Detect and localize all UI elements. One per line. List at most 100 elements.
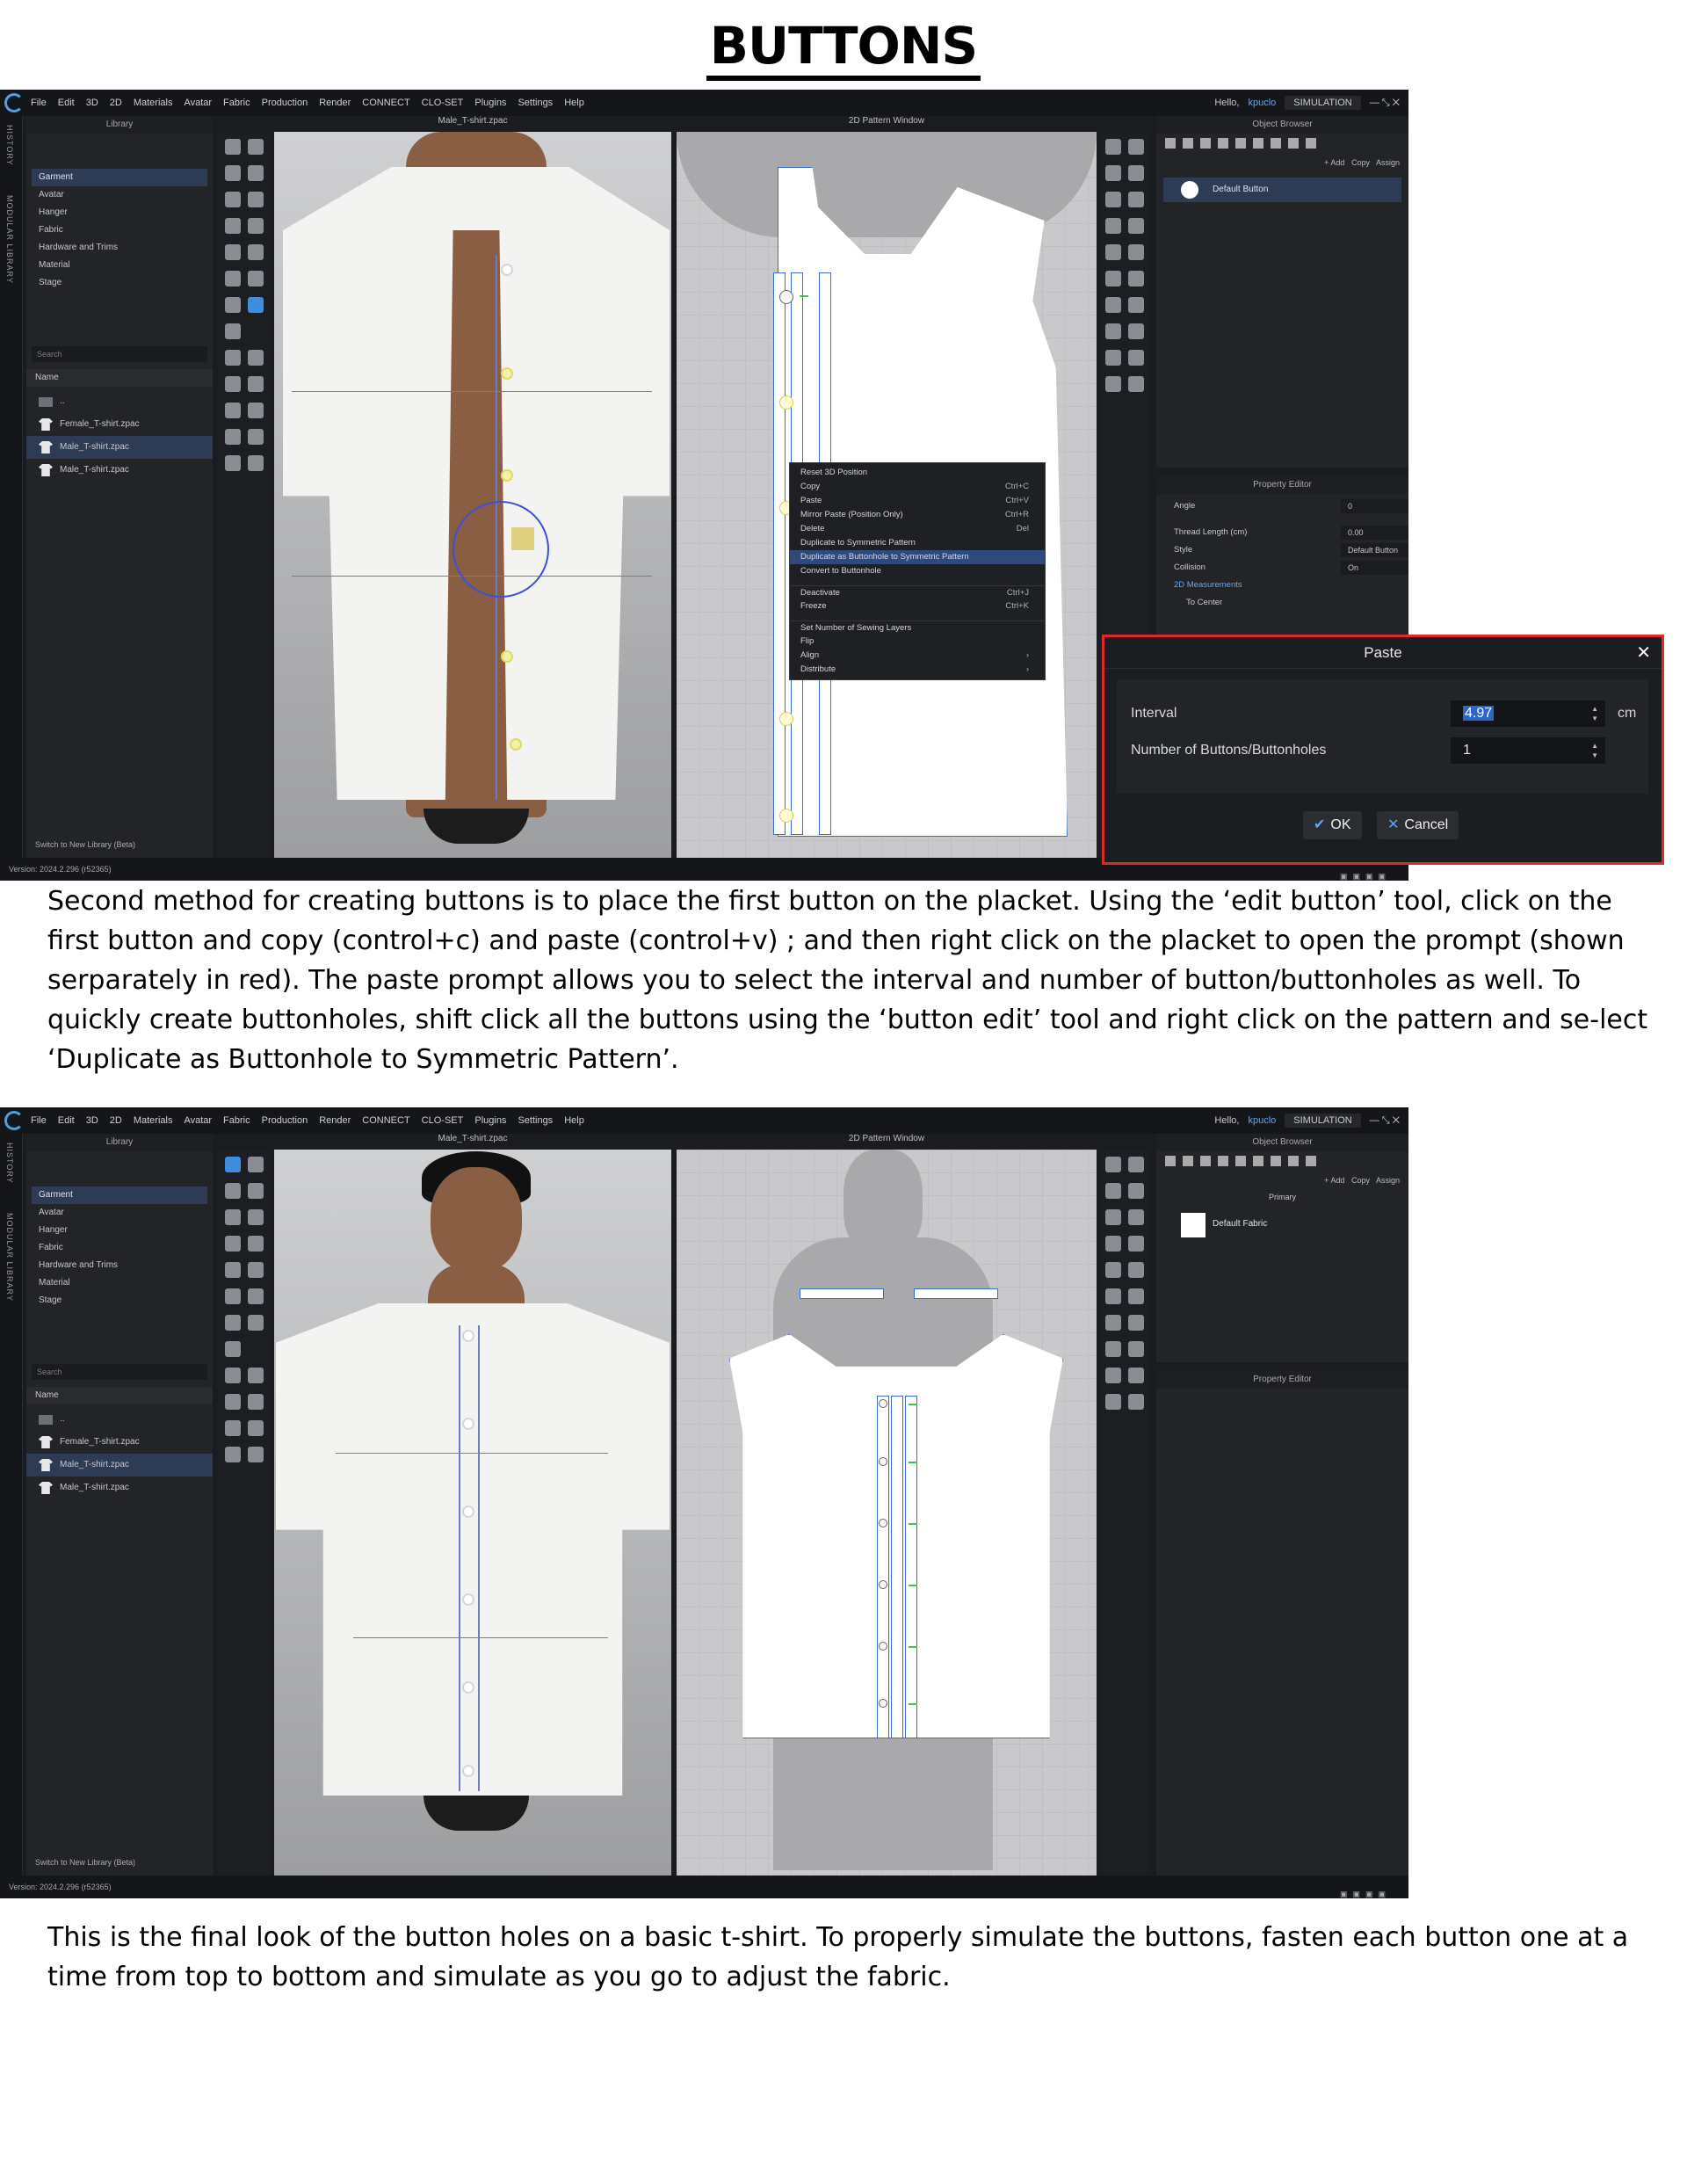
tool-icon[interactable]: [248, 1236, 264, 1252]
tool-icon[interactable]: [248, 192, 264, 207]
tree-avatar[interactable]: Avatar: [32, 1204, 207, 1222]
tool-icon[interactable]: [248, 1157, 264, 1172]
tool-icon[interactable]: [248, 1368, 264, 1383]
menu-help[interactable]: Help: [564, 98, 584, 108]
button-3d[interactable]: [462, 1593, 474, 1606]
obj-tab-icon[interactable]: [1306, 1156, 1316, 1166]
library-search-input[interactable]: Search: [32, 1364, 207, 1380]
username-link[interactable]: kpuclo: [1248, 98, 1276, 108]
list-item[interactable]: Male_T-shirt.zpac: [26, 1477, 213, 1499]
tool-icon[interactable]: [1128, 165, 1144, 181]
tree-stage[interactable]: Stage: [32, 1292, 207, 1310]
placket-strip[interactable]: [877, 1396, 889, 1738]
copy-button[interactable]: Copy: [1351, 158, 1370, 167]
button-2d[interactable]: [879, 1399, 887, 1408]
prop-thread-input[interactable]: 0.00: [1341, 526, 1408, 540]
tool-icon[interactable]: [225, 1209, 241, 1225]
tool-icon[interactable]: [1128, 1262, 1144, 1278]
tool-icon[interactable]: [1128, 376, 1144, 392]
tool-icon[interactable]: [1105, 165, 1121, 181]
context-item-duplicate-buttonhole[interactable]: Duplicate as Buttonhole to Symmetric Pat…: [790, 550, 1045, 564]
shirt-3d[interactable]: [276, 1303, 670, 1796]
tree-material[interactable]: Material: [32, 1274, 207, 1292]
tool-icon[interactable]: [1105, 1315, 1121, 1331]
placket-strip[interactable]: [905, 1396, 917, 1738]
collar-piece[interactable]: [914, 1288, 998, 1299]
to-center-item[interactable]: To Center: [1156, 594, 1408, 612]
collar-piece[interactable]: [800, 1288, 884, 1299]
tool-icon[interactable]: [225, 1394, 241, 1410]
menu-render[interactable]: Render: [319, 98, 351, 108]
context-item[interactable]: Deactivate Ctrl+J: [790, 585, 1045, 599]
obj-tab-icon[interactable]: [1288, 1156, 1299, 1166]
number-input[interactable]: 1 ▲ ▼: [1451, 737, 1605, 764]
tool-icon[interactable]: [1105, 139, 1121, 155]
tool-icon[interactable]: [1128, 1236, 1144, 1252]
list-item[interactable]: Male_T-shirt.zpac: [26, 1454, 213, 1477]
cancel-button[interactable]: ✕ Cancel: [1377, 811, 1459, 839]
tool-icon[interactable]: [1128, 1394, 1144, 1410]
menu-avatar[interactable]: Avatar: [184, 98, 212, 108]
menu-2d[interactable]: 2D: [110, 98, 122, 108]
tool-icon[interactable]: [225, 297, 241, 313]
tool-icon[interactable]: [248, 1183, 264, 1199]
tool-icon[interactable]: [1105, 1341, 1121, 1357]
menu-connect[interactable]: CONNECT: [362, 1115, 409, 1126]
tool-icon[interactable]: [225, 403, 241, 418]
tree-hardware[interactable]: Hardware and Trims: [32, 239, 207, 257]
tool-icon[interactable]: [248, 1420, 264, 1436]
add-button[interactable]: + Add: [1324, 158, 1344, 167]
button-3d[interactable]: [501, 264, 513, 276]
button-3d[interactable]: [501, 469, 513, 482]
tool-icon[interactable]: [225, 165, 241, 181]
3d-viewport[interactable]: Male_T-shirt.zpac: [274, 1134, 671, 1876]
placket-strip[interactable]: [891, 1396, 903, 1738]
obj-tab-icon[interactable]: [1218, 1156, 1228, 1166]
add-button[interactable]: + Add: [1324, 1176, 1344, 1185]
tool-icon[interactable]: [1105, 271, 1121, 287]
menu-help[interactable]: Help: [564, 1115, 584, 1126]
status-icons[interactable]: ▣▣▣▣: [1340, 1883, 1391, 1898]
tool-icon[interactable]: [225, 218, 241, 234]
tool-icon[interactable]: [1105, 1288, 1121, 1304]
button-2d[interactable]: [879, 1519, 887, 1527]
tab-modular-library[interactable]: MODULAR LIBRARY: [5, 1213, 14, 1302]
context-item[interactable]: Distribute ›: [790, 663, 1045, 677]
tool-icon[interactable]: [1128, 244, 1144, 260]
tool-icon[interactable]: [248, 1288, 264, 1304]
tool-icon[interactable]: [1105, 218, 1121, 234]
tool-icon[interactable]: [1105, 192, 1121, 207]
tool-icon[interactable]: [248, 139, 264, 155]
tool-icon[interactable]: [248, 271, 264, 287]
context-item[interactable]: Freeze Ctrl+K: [790, 599, 1045, 613]
tab-modular-library[interactable]: MODULAR LIBRARY: [5, 195, 14, 284]
tool-icon[interactable]: [248, 1209, 264, 1225]
button-3d[interactable]: [462, 1418, 474, 1430]
obj-tab-icon[interactable]: [1253, 1156, 1263, 1166]
menu-production[interactable]: Production: [262, 1115, 308, 1126]
tool-icon[interactable]: [225, 376, 241, 392]
menu-2d[interactable]: 2D: [110, 1115, 122, 1126]
tool-icon[interactable]: [1128, 1209, 1144, 1225]
list-item[interactable]: ..: [26, 390, 213, 413]
transform-gizmo[interactable]: [453, 501, 549, 598]
button-3d[interactable]: [501, 650, 513, 663]
obj-tab-icon[interactable]: [1218, 138, 1228, 149]
list-item[interactable]: Female_T-shirt.zpac: [26, 1431, 213, 1454]
tool-icon[interactable]: [248, 429, 264, 445]
tool-icon[interactable]: [1105, 244, 1121, 260]
menu-materials[interactable]: Materials: [134, 1115, 173, 1126]
obj-tab-icon[interactable]: [1183, 1156, 1193, 1166]
menu-3d[interactable]: 3D: [86, 98, 98, 108]
tool-icon[interactable]: [225, 271, 241, 287]
tool-icon[interactable]: [1105, 1394, 1121, 1410]
obj-tab-icon[interactable]: [1306, 138, 1316, 149]
spinner-icon[interactable]: ▲ ▼: [1591, 704, 1598, 723]
menu-edit[interactable]: Edit: [58, 1115, 75, 1126]
switch-library-link[interactable]: Switch to New Library (Beta): [35, 1858, 135, 1867]
tool-icon[interactable]: [1128, 323, 1144, 339]
tree-garment[interactable]: Garment: [32, 169, 207, 186]
tool-icon[interactable]: [1105, 1236, 1121, 1252]
tool-icon[interactable]: [1128, 1183, 1144, 1199]
placket-strip[interactable]: [773, 272, 786, 835]
